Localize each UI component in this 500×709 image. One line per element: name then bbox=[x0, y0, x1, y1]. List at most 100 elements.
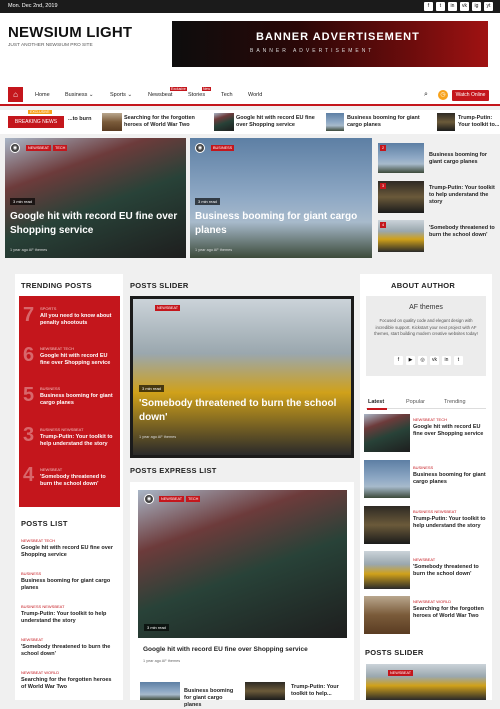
nav-item-business[interactable]: Business ⌄ bbox=[65, 92, 93, 98]
category-tag[interactable]: NEWSBEAT bbox=[159, 496, 185, 502]
category-tag[interactable]: NEWSBEAT bbox=[388, 670, 414, 676]
youtube-icon[interactable]: yt bbox=[484, 2, 493, 11]
side-thumb[interactable]: 3 bbox=[378, 181, 424, 213]
nav-item-tech[interactable]: Tech bbox=[221, 92, 233, 98]
nav-item-home[interactable]: Home bbox=[35, 92, 50, 98]
post-category[interactable]: NEWSBEAT TECH bbox=[413, 417, 447, 422]
post-category[interactable]: BUSINESS NEWSBEAT bbox=[21, 604, 65, 609]
ticker-item[interactable]: Business booming for giant cargo planes bbox=[347, 115, 429, 129]
express-post-title[interactable]: Google hit with record EU fine over Shop… bbox=[143, 646, 343, 653]
trend-title[interactable]: 'Somebody threatened to burn the school … bbox=[40, 474, 116, 488]
post-category[interactable]: NEWSBEAT bbox=[21, 637, 43, 642]
side-post-title[interactable]: Business booming for giant cargo planes bbox=[429, 152, 495, 166]
instagram-icon[interactable]: ig bbox=[472, 2, 481, 11]
hero-title[interactable]: Business booming for giant cargo planes bbox=[195, 210, 367, 238]
side-post-title[interactable]: Trump-Putin: Your toolkit to help unders… bbox=[429, 185, 495, 206]
post-title[interactable]: Trump-Putin: Your toolkit to help unders… bbox=[21, 611, 117, 625]
post-category[interactable]: NEWSBEAT bbox=[413, 557, 435, 562]
site-logo[interactable]: NEWSIUM LIGHT bbox=[8, 24, 132, 41]
side-thumb[interactable]: 2 bbox=[378, 143, 424, 173]
vk-icon[interactable]: vk bbox=[460, 2, 469, 11]
watch-online-button[interactable]: Watch Online bbox=[452, 90, 489, 101]
nav-item-newsbeat[interactable]: Newsbeat bbox=[148, 92, 172, 98]
post-title[interactable]: 'Somebody threatened to burn the school … bbox=[413, 564, 491, 578]
facebook-icon[interactable]: f bbox=[394, 356, 403, 365]
ticker-thumb[interactable] bbox=[214, 113, 234, 131]
banner-advertisement[interactable]: BANNER ADVERTISEMENT BANNER ADVERTISEMEN… bbox=[172, 21, 488, 67]
hero-title[interactable]: Google hit with record EU fine over Shop… bbox=[10, 210, 180, 238]
trend-title[interactable]: All you need to know about penalty shoot… bbox=[40, 313, 116, 327]
express-thumb[interactable] bbox=[140, 682, 180, 700]
ticker-item[interactable]: Google hit with record EU fine over Shop… bbox=[236, 115, 322, 129]
ticker-thumb[interactable] bbox=[437, 113, 455, 131]
express-sub-title[interactable]: Business booming for giant cargo planes bbox=[184, 688, 234, 709]
tab-post-thumb[interactable] bbox=[364, 460, 410, 498]
home-icon[interactable]: ⌂ bbox=[8, 87, 23, 102]
post-category[interactable]: BUSINESS bbox=[413, 465, 433, 470]
linkedin-icon[interactable]: in bbox=[448, 2, 457, 11]
post-category[interactable]: NEWSBEAT TECH bbox=[21, 538, 55, 543]
category-tag[interactable]: NEWSBEAT bbox=[155, 305, 181, 311]
right-posts-slider[interactable]: NEWSBEAT bbox=[366, 664, 486, 700]
tab-post-thumb[interactable] bbox=[364, 414, 410, 452]
post-category[interactable]: NEWSBEAT WORLD bbox=[21, 670, 59, 675]
tab-trending[interactable]: Trending bbox=[444, 399, 466, 405]
tab-post-thumb[interactable] bbox=[364, 506, 410, 544]
instagram-icon[interactable]: ◎ bbox=[418, 356, 427, 365]
hero-post-left[interactable]: ◉ NEWSBEAT TECH 3 min read Google hit wi… bbox=[5, 138, 186, 258]
express-thumb[interactable] bbox=[245, 682, 285, 700]
category-tag[interactable]: NEWSBEAT bbox=[26, 145, 52, 151]
tabs-bar: Latest Popular Trending bbox=[366, 397, 486, 410]
post-title[interactable]: Google hit with record EU fine over Shop… bbox=[413, 424, 491, 438]
posts-slider[interactable]: NEWSBEAT 3 min read 'Somebody threatened… bbox=[130, 296, 354, 458]
side-post-title[interactable]: 'Somebody threatened to burn the school … bbox=[429, 225, 495, 239]
trend-category[interactable]: BUSINESS NEWSBEAT bbox=[40, 427, 84, 432]
hero-post-middle[interactable]: ◉ BUSINESS 3 min read Business booming f… bbox=[190, 138, 372, 258]
category-tag[interactable]: TECH bbox=[53, 145, 68, 151]
linkedin-icon[interactable]: in bbox=[442, 356, 451, 365]
express-main-post[interactable]: ◉ NEWSBEAT TECH 3 min read bbox=[138, 490, 347, 638]
trend-title[interactable]: Trump-Putin: Your toolkit to help unders… bbox=[40, 434, 116, 448]
tab-post-thumb[interactable] bbox=[364, 551, 410, 589]
post-title[interactable]: Business booming for giant cargo planes bbox=[413, 472, 491, 486]
post-title[interactable]: Trump-Putin: Your toolkit to help unders… bbox=[413, 516, 491, 530]
nav-item-stories[interactable]: Stories bbox=[188, 92, 205, 98]
tab-post-thumb[interactable] bbox=[364, 596, 410, 634]
trend-category[interactable]: NEWSBEAT TECH bbox=[40, 346, 74, 351]
category-tag[interactable]: BUSINESS bbox=[211, 145, 235, 151]
tab-latest[interactable]: Latest bbox=[368, 399, 384, 405]
trend-title[interactable]: Business booming for giant cargo planes bbox=[40, 393, 116, 407]
posts-slider-title: POSTS SLIDER bbox=[130, 281, 189, 290]
post-title[interactable]: Searching for the forgotten heroes of Wo… bbox=[21, 677, 117, 691]
search-icon[interactable]: ⌕ bbox=[424, 91, 428, 99]
side-thumb[interactable]: 4 bbox=[378, 220, 424, 252]
category-tag[interactable]: TECH bbox=[186, 496, 201, 502]
ticker-thumb[interactable] bbox=[102, 113, 122, 131]
post-category[interactable]: BUSINESS NEWSBEAT bbox=[413, 509, 457, 514]
post-category[interactable]: NEWSBEAT WORLD bbox=[413, 599, 451, 604]
tab-popular[interactable]: Popular bbox=[406, 399, 425, 405]
post-title[interactable]: Searching for the forgotten heroes of Wo… bbox=[413, 606, 491, 620]
clock-icon[interactable]: ◷ bbox=[438, 90, 448, 100]
nav-item-world[interactable]: World bbox=[248, 92, 262, 98]
youtube-icon[interactable]: ▶ bbox=[406, 356, 415, 365]
slider-post-title[interactable]: 'Somebody threatened to burn the school … bbox=[139, 397, 349, 425]
vk-icon[interactable]: vk bbox=[430, 356, 439, 365]
twitter-icon[interactable]: t bbox=[436, 2, 445, 11]
trend-title[interactable]: Google hit with record EU fine over Shop… bbox=[40, 353, 116, 367]
ticker-item[interactable]: Searching for the forgotten heroes of Wo… bbox=[124, 115, 206, 129]
trend-category[interactable]: BUSINESS bbox=[40, 386, 60, 391]
trend-category[interactable]: NEWSBEAT bbox=[40, 467, 62, 472]
post-title[interactable]: Business booming for giant cargo planes bbox=[21, 578, 117, 592]
twitter-icon[interactable]: t bbox=[454, 356, 463, 365]
post-title[interactable]: Google hit with record EU fine over Shop… bbox=[21, 545, 117, 559]
post-title[interactable]: 'Somebody threatened to burn the school … bbox=[21, 644, 117, 658]
express-sub-title[interactable]: Trump-Putin: Your toolkit to help... bbox=[291, 684, 346, 698]
trend-category[interactable]: SPORTS bbox=[40, 306, 56, 311]
ticker-item[interactable]: ...to burn bbox=[68, 116, 98, 123]
ticker-item[interactable]: Trump-Putin: Your toolkit to... bbox=[458, 115, 500, 129]
nav-item-sports[interactable]: Sports ⌄ bbox=[110, 92, 132, 98]
ticker-thumb[interactable] bbox=[326, 113, 344, 131]
post-category[interactable]: BUSINESS bbox=[21, 571, 41, 576]
facebook-icon[interactable]: f bbox=[424, 2, 433, 11]
